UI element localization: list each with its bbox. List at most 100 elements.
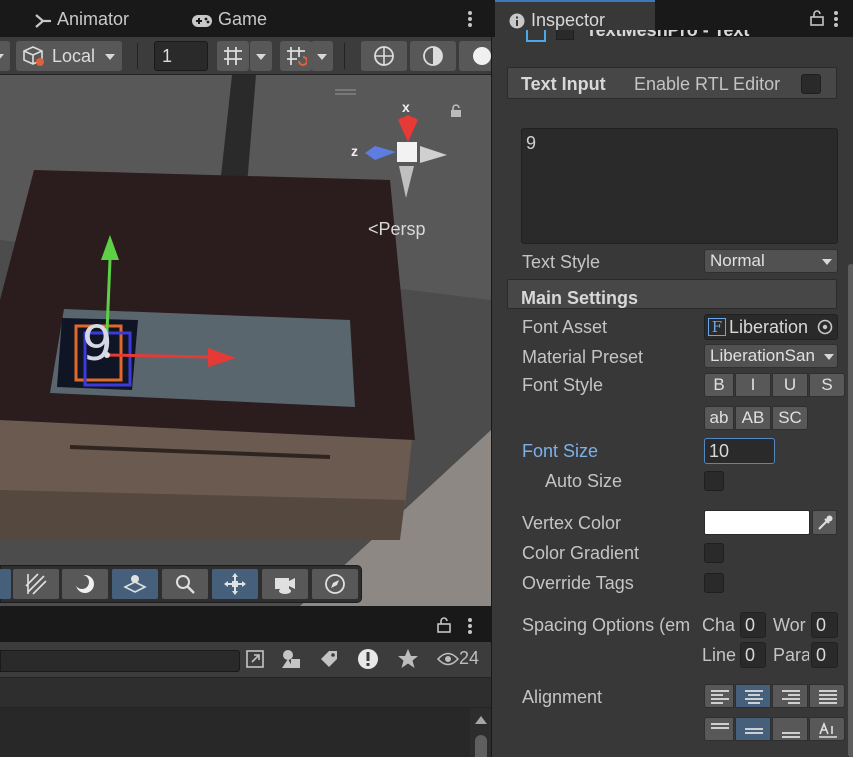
font-style-lowercase[interactable]: ab bbox=[704, 406, 734, 430]
font-style-uppercase[interactable]: AB bbox=[735, 406, 771, 430]
object-picker-icon[interactable] bbox=[816, 318, 834, 336]
vertical-alignment-group bbox=[704, 717, 846, 743]
project-search-input[interactable] bbox=[0, 650, 240, 672]
font-style-smallcaps[interactable]: SC bbox=[772, 406, 808, 430]
global-view-button[interactable] bbox=[361, 41, 407, 71]
favorite-star-icon[interactable] bbox=[397, 648, 419, 675]
align-top-button[interactable] bbox=[704, 717, 734, 741]
scene-viewport[interactable]: x z <Persp 9 bbox=[0, 75, 491, 606]
align-center-button[interactable] bbox=[735, 684, 771, 708]
component-icon bbox=[526, 30, 546, 42]
align-left-button[interactable] bbox=[704, 684, 734, 708]
bottom-lock-icon[interactable] bbox=[437, 617, 451, 638]
align-middle-button[interactable] bbox=[735, 717, 771, 741]
bottom-tab-bar bbox=[0, 606, 491, 642]
overlay-tool-wireframe[interactable] bbox=[13, 569, 59, 599]
filter-by-label-icon[interactable] bbox=[318, 648, 340, 675]
main-settings-header[interactable]: Main Settings bbox=[507, 279, 837, 309]
inspector-menu-icon[interactable] bbox=[833, 9, 839, 29]
scene-render bbox=[0, 75, 491, 606]
error-filter-icon[interactable] bbox=[357, 648, 379, 675]
text-mesh-preview[interactable]: 9 bbox=[82, 317, 113, 371]
tab-game[interactable]: Game bbox=[191, 0, 267, 37]
gizmo-lock-icon[interactable] bbox=[450, 103, 462, 123]
font-style-bold[interactable]: B bbox=[704, 373, 734, 397]
font-style-italic[interactable]: I bbox=[735, 373, 771, 397]
material-preset-dropdown[interactable]: LiberationSan bbox=[704, 344, 838, 368]
pivot-rotation-dropdown[interactable]: Local bbox=[16, 41, 122, 71]
align-baseline-button[interactable] bbox=[809, 717, 845, 741]
shading-mode-button[interactable] bbox=[410, 41, 456, 71]
eyedropper-button[interactable] bbox=[812, 510, 837, 535]
grid-snap-caret[interactable] bbox=[250, 41, 272, 71]
line-spacing-input[interactable]: 0 bbox=[740, 642, 766, 668]
tab-inspector-label: Inspector bbox=[531, 10, 606, 30]
align-baseline-icon bbox=[819, 721, 837, 738]
overlay-tool-move[interactable] bbox=[212, 569, 258, 599]
font-asset-field[interactable]: F Liberation bbox=[704, 314, 838, 340]
open-window-icon[interactable] bbox=[244, 648, 266, 675]
font-size-input[interactable]: 10 bbox=[704, 438, 775, 464]
inspector-scrollbar[interactable] bbox=[848, 264, 853, 757]
align-right-icon bbox=[782, 690, 800, 704]
bottom-menu-icon[interactable] bbox=[467, 616, 473, 636]
move-arrows-icon bbox=[224, 573, 246, 595]
scroll-up-arrow-icon[interactable] bbox=[475, 716, 487, 724]
filter-by-type-icon[interactable] bbox=[280, 648, 302, 675]
font-asset-value: Liberation bbox=[729, 317, 809, 337]
tab-animator[interactable]: Animator bbox=[34, 0, 129, 37]
text-input-header[interactable]: Text Input Enable RTL Editor bbox=[507, 67, 837, 99]
paragraph-spacing-input[interactable]: 0 bbox=[811, 642, 838, 668]
override-tags-checkbox[interactable] bbox=[704, 573, 724, 593]
font-style-underline[interactable]: U bbox=[772, 373, 808, 397]
auto-size-checkbox[interactable] bbox=[704, 471, 724, 491]
color-gradient-checkbox[interactable] bbox=[704, 543, 724, 563]
gamepad-icon bbox=[192, 15, 212, 27]
inspector-panel: Inspector TextMeshPro - Text Text Input … bbox=[491, 0, 853, 757]
scroll-thumb[interactable] bbox=[475, 735, 487, 757]
text-input-area[interactable]: 9 bbox=[521, 128, 838, 244]
overlay-tool-lighting[interactable] bbox=[62, 569, 108, 599]
hidden-packages-toggle[interactable]: 24 bbox=[436, 648, 479, 669]
overlay-tool-0[interactable] bbox=[0, 569, 11, 599]
lit-sphere-button[interactable] bbox=[459, 41, 491, 71]
tab-game-label: Game bbox=[218, 9, 268, 29]
align-right-button[interactable] bbox=[772, 684, 808, 708]
project-header-row bbox=[0, 678, 491, 708]
inspector-lock-icon[interactable] bbox=[810, 10, 824, 31]
persp-chevron-icon: < bbox=[368, 219, 379, 239]
prev-dropdown-caret[interactable] bbox=[0, 41, 10, 71]
gizmo-axis-x-label[interactable]: x bbox=[402, 99, 410, 115]
increment-snap-button[interactable] bbox=[280, 41, 312, 71]
char-spacing-input[interactable]: 0 bbox=[740, 612, 766, 638]
grid-snap-button[interactable] bbox=[217, 41, 249, 71]
hatch-icon bbox=[25, 573, 47, 595]
align-bottom-button[interactable] bbox=[772, 717, 808, 741]
rtl-editor-checkbox[interactable] bbox=[801, 74, 821, 94]
projection-toggle[interactable]: <Persp bbox=[368, 219, 426, 240]
vertex-color-swatch[interactable] bbox=[704, 510, 810, 535]
overlay-tool-search[interactable] bbox=[162, 569, 208, 599]
component-header[interactable]: TextMeshPro - Text bbox=[492, 30, 853, 44]
increment-snap-icon bbox=[287, 47, 307, 66]
vertex-color-label: Vertex Color bbox=[522, 513, 622, 533]
alignment-label: Alignment bbox=[522, 687, 603, 707]
font-size-label: Font Size bbox=[522, 441, 599, 461]
text-style-dropdown[interactable]: Normal bbox=[704, 249, 838, 273]
grid-size-input[interactable]: 1 bbox=[154, 41, 208, 71]
word-spacing-input[interactable]: 0 bbox=[811, 612, 838, 638]
left-menu-icon[interactable] bbox=[467, 9, 473, 29]
overlay-tool-navmesh[interactable] bbox=[112, 569, 158, 599]
project-browser bbox=[0, 678, 491, 757]
component-enabled-checkbox[interactable] bbox=[556, 30, 574, 40]
override-tags-label: Override Tags bbox=[522, 573, 634, 593]
projection-label: Persp bbox=[378, 219, 426, 239]
align-justify-button[interactable] bbox=[809, 684, 845, 708]
font-style-strikethrough[interactable]: S bbox=[809, 373, 845, 397]
increment-snap-caret[interactable] bbox=[311, 41, 333, 71]
gizmo-axis-z-label[interactable]: z bbox=[351, 143, 358, 159]
project-scrollbar[interactable] bbox=[470, 708, 491, 757]
overlay-tool-camera[interactable] bbox=[262, 569, 308, 599]
scene-toolbar: Local 1 bbox=[0, 37, 491, 75]
overlay-tool-compass[interactable] bbox=[312, 569, 358, 599]
